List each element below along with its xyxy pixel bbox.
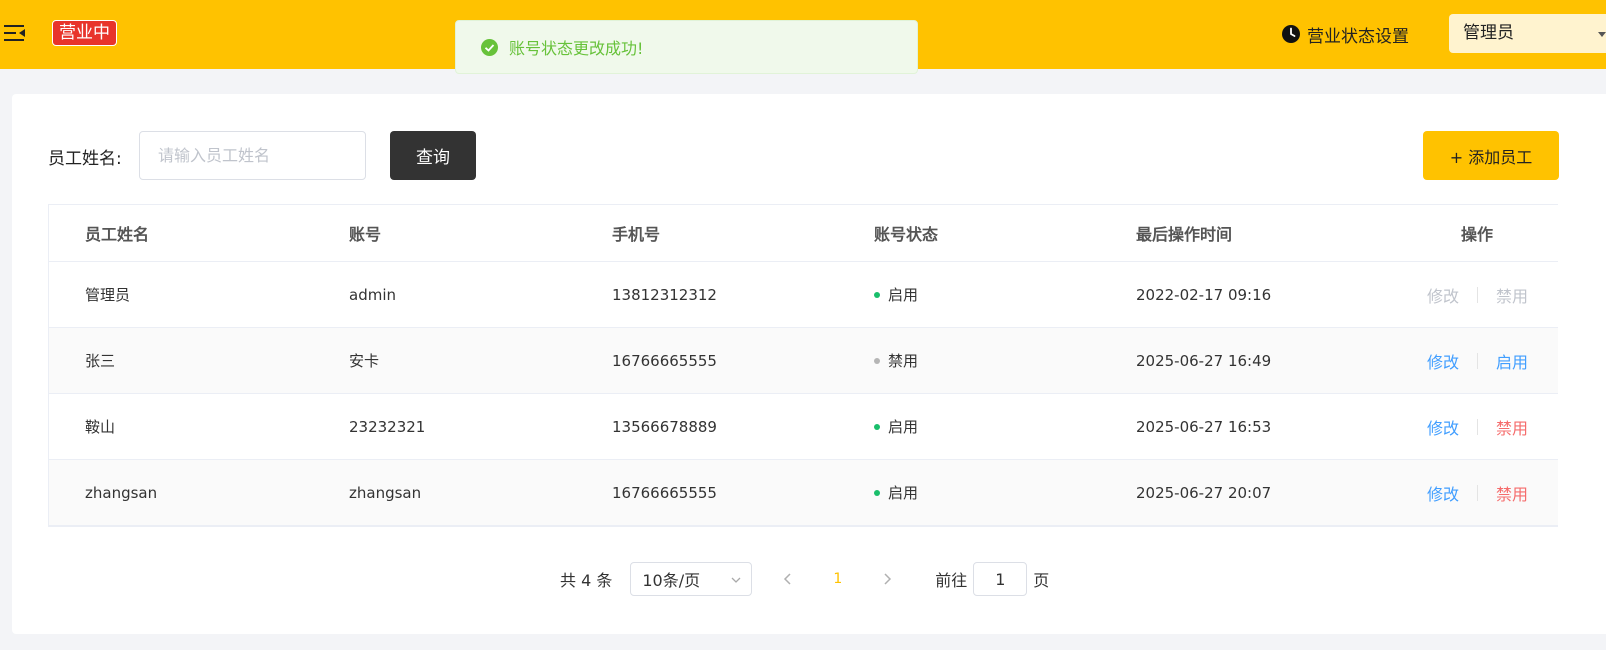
table-row: 鞍山 23232321 13566678889 启用 2025-06-27 16… — [49, 394, 1558, 460]
status-text: 启用 — [888, 286, 919, 304]
column-header-updated: 最后操作时间 — [1136, 225, 1233, 244]
column-header-status: 账号状态 — [874, 225, 939, 244]
cell-account: 23232321 — [349, 417, 426, 436]
cell-actions: 修改 禁用 — [1427, 460, 1528, 525]
edit-link[interactable]: 修改 — [1427, 283, 1459, 307]
cell-name: 张三 — [85, 352, 116, 370]
table-row: 张三 安卡 16766665555 禁用 2025-06-27 16:49 修改… — [49, 328, 1558, 394]
user-dropdown[interactable]: 管理员 — [1449, 14, 1606, 53]
cell-status: 禁用 — [874, 328, 918, 393]
search-label: 员工姓名: — [48, 149, 122, 169]
chevron-right-icon — [884, 573, 892, 585]
action-divider — [1477, 418, 1479, 435]
user-name: 管理员 — [1463, 23, 1514, 43]
edit-link[interactable]: 修改 — [1427, 349, 1459, 373]
cell-name: 鞍山 — [85, 418, 116, 436]
column-header-name: 员工姓名 — [85, 225, 150, 244]
toast-message: 账号状态更改成功! — [509, 39, 644, 58]
table-row: 管理员 admin 13812312312 启用 2022-02-17 09:1… — [49, 262, 1558, 328]
cell-updated: 2022-02-17 09:16 — [1136, 285, 1272, 304]
cell-updated: 2025-06-27 16:53 — [1136, 417, 1272, 436]
status-dot — [874, 423, 880, 430]
toggle-status-link[interactable]: 启用 — [1496, 349, 1528, 373]
toggle-status-link[interactable]: 禁用 — [1496, 283, 1528, 307]
cell-phone: 13566678889 — [612, 417, 717, 436]
cell-account: 安卡 — [349, 352, 380, 370]
status-dot — [874, 357, 880, 364]
page-number-current[interactable]: 1 — [833, 571, 842, 587]
column-header-actions: 操作 — [1461, 225, 1494, 244]
cell-status: 启用 — [874, 394, 918, 459]
status-text: 禁用 — [888, 352, 919, 370]
cell-account: admin — [349, 285, 396, 304]
action-divider — [1477, 484, 1479, 501]
success-toast: 账号状态更改成功! — [455, 20, 918, 74]
cell-updated: 2025-06-27 16:49 — [1136, 351, 1272, 370]
cell-phone: 16766665555 — [612, 351, 717, 370]
check-circle-icon — [481, 38, 498, 56]
status-badge: 营业中 — [52, 20, 117, 46]
cell-actions: 修改 禁用 — [1427, 262, 1528, 327]
jump-unit: 页 — [1033, 571, 1050, 590]
page-size-select[interactable]: 10条/页 — [630, 562, 753, 596]
chevron-down-icon — [731, 577, 741, 583]
status-text: 启用 — [888, 484, 919, 502]
action-divider — [1477, 352, 1479, 369]
cell-name: zhangsan — [85, 483, 158, 502]
column-header-account: 账号 — [349, 225, 382, 244]
cell-status: 启用 — [874, 460, 918, 525]
total-count: 共 4 条 — [560, 571, 613, 590]
page-jump-input[interactable] — [973, 562, 1028, 596]
table-header: 员工姓名 账号 手机号 账号状态 最后操作时间 操作 — [49, 205, 1558, 262]
cell-name: 管理员 — [85, 286, 131, 304]
next-page-button[interactable] — [877, 569, 897, 589]
prev-page-button[interactable] — [778, 569, 798, 589]
chevron-left-icon — [784, 573, 791, 585]
edit-link[interactable]: 修改 — [1427, 481, 1459, 505]
cell-updated: 2025-06-27 20:07 — [1136, 483, 1272, 502]
employee-table: 员工姓名 账号 手机号 账号状态 最后操作时间 操作 管理员 admin 138… — [48, 204, 1558, 527]
caret-down-icon — [1598, 32, 1606, 37]
status-setting-button[interactable]: 营业状态设置 — [1281, 22, 1409, 47]
clock-icon — [1282, 25, 1300, 43]
column-header-phone: 手机号 — [612, 225, 661, 244]
toggle-status-link[interactable]: 禁用 — [1496, 415, 1528, 439]
status-text: 启用 — [888, 418, 919, 436]
cell-phone: 16766665555 — [612, 483, 717, 502]
toggle-status-link[interactable]: 禁用 — [1496, 481, 1528, 505]
status-setting-label: 营业状态设置 — [1307, 26, 1409, 47]
action-divider — [1477, 286, 1479, 303]
cell-status: 启用 — [874, 262, 918, 327]
status-dot — [874, 291, 880, 298]
cell-actions: 修改 启用 — [1427, 328, 1528, 393]
table-row: zhangsan zhangsan 16766665555 启用 2025-06… — [49, 460, 1558, 526]
edit-link[interactable]: 修改 — [1427, 415, 1459, 439]
page-size-value: 10条/页 — [642, 571, 701, 590]
employee-name-search-input[interactable] — [139, 131, 366, 180]
pagination: 共 4 条 10条/页 1 前往 页 — [560, 562, 1049, 596]
query-button[interactable]: 查询 — [390, 131, 476, 180]
add-employee-button[interactable]: + 添加员工 — [1423, 131, 1559, 180]
jump-label: 前往 — [935, 571, 968, 590]
cell-actions: 修改 禁用 — [1427, 394, 1528, 459]
cell-account: zhangsan — [349, 483, 422, 502]
menu-fold-icon[interactable] — [4, 24, 26, 42]
cell-phone: 13812312312 — [612, 285, 717, 304]
status-dot — [874, 489, 880, 496]
